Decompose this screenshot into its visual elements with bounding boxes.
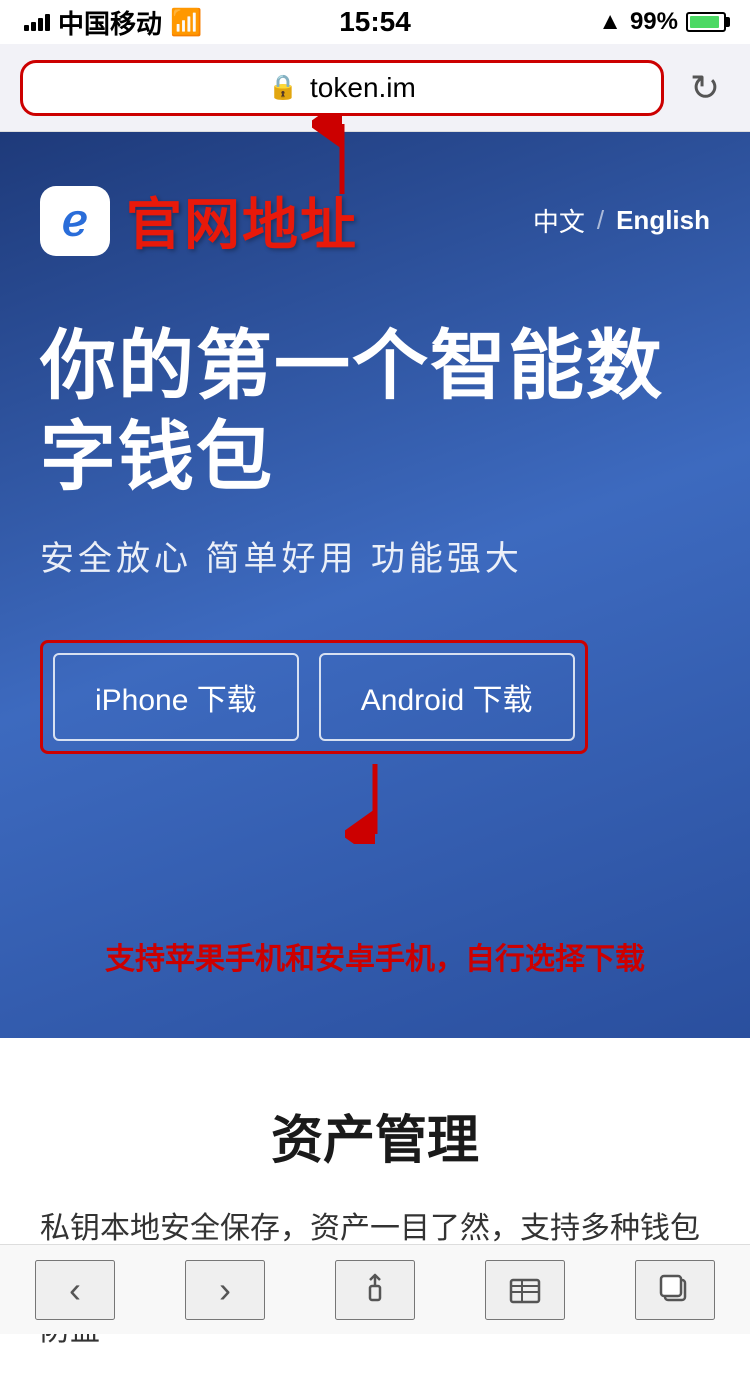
status-bar: 中国移动 📶 15:54 ▲ 99% (0, 0, 750, 44)
carrier-label: 中国移动 (58, 4, 162, 41)
forward-button[interactable]: › (185, 1260, 265, 1320)
back-button[interactable]: ‹ (35, 1260, 115, 1320)
annotation-text: 支持苹果手机和安卓手机，自行选择下载 (40, 934, 710, 978)
info-title: 资产管理 (40, 1098, 710, 1173)
lang-switcher: 中文 / English (533, 202, 710, 239)
download-buttons-wrapper: iPhone 下载 Android 下载 (40, 640, 588, 754)
bottom-nav: ‹ › (0, 1244, 750, 1334)
info-section: 资产管理 私钥本地安全保存，资产一目了然，支持多种钱包类型，轻松导入导出，助记词… (0, 1038, 750, 1396)
lang-divider: / (597, 205, 604, 236)
logo-icon: ℯ (40, 186, 110, 256)
status-left: 中国移动 📶 (24, 4, 202, 41)
url-text: token.im (310, 72, 416, 104)
share-icon (357, 1272, 393, 1308)
hero-header: ℯ 官网地址 中文 / English (40, 180, 710, 261)
down-arrow (345, 764, 405, 844)
arrow-down-container (40, 764, 710, 844)
hero-subtitle: 安全放心 简单好用 功能强大 (40, 531, 710, 580)
location-icon: ▲ (598, 8, 622, 36)
status-time: 15:54 (339, 6, 411, 38)
url-bar[interactable]: 🔒 token.im (20, 60, 664, 116)
iphone-download-button[interactable]: iPhone 下载 (53, 653, 299, 741)
wifi-icon: 📶 (170, 7, 202, 38)
lang-cn-button[interactable]: 中文 (533, 202, 585, 239)
lang-en-button[interactable]: English (616, 205, 710, 236)
hero-headline: 你的第一个智能数字钱包 (40, 321, 710, 503)
tabs-button[interactable] (635, 1260, 715, 1320)
hero-section: ℯ 官网地址 中文 / English 你的第一个智能数字钱包 安全放心 简单好… (0, 132, 750, 1038)
signal-icon (24, 13, 50, 31)
android-download-button[interactable]: Android 下载 (319, 653, 575, 741)
download-buttons-box: iPhone 下载 Android 下载 (40, 640, 588, 754)
share-button[interactable] (335, 1260, 415, 1320)
battery-icon (686, 12, 726, 32)
logo-area: ℯ 官网地址 (40, 180, 358, 261)
lock-icon: 🔒 (268, 73, 298, 102)
bookmarks-button[interactable] (485, 1260, 565, 1320)
bookmarks-icon (507, 1272, 543, 1308)
site-title: 官网地址 (126, 180, 358, 261)
refresh-button[interactable]: ↻ (680, 63, 730, 113)
status-right: ▲ 99% (598, 8, 726, 36)
browser-bar: 🔒 token.im ↻ (0, 44, 750, 132)
tabs-icon (657, 1272, 693, 1308)
battery-percent: 99% (630, 8, 678, 36)
